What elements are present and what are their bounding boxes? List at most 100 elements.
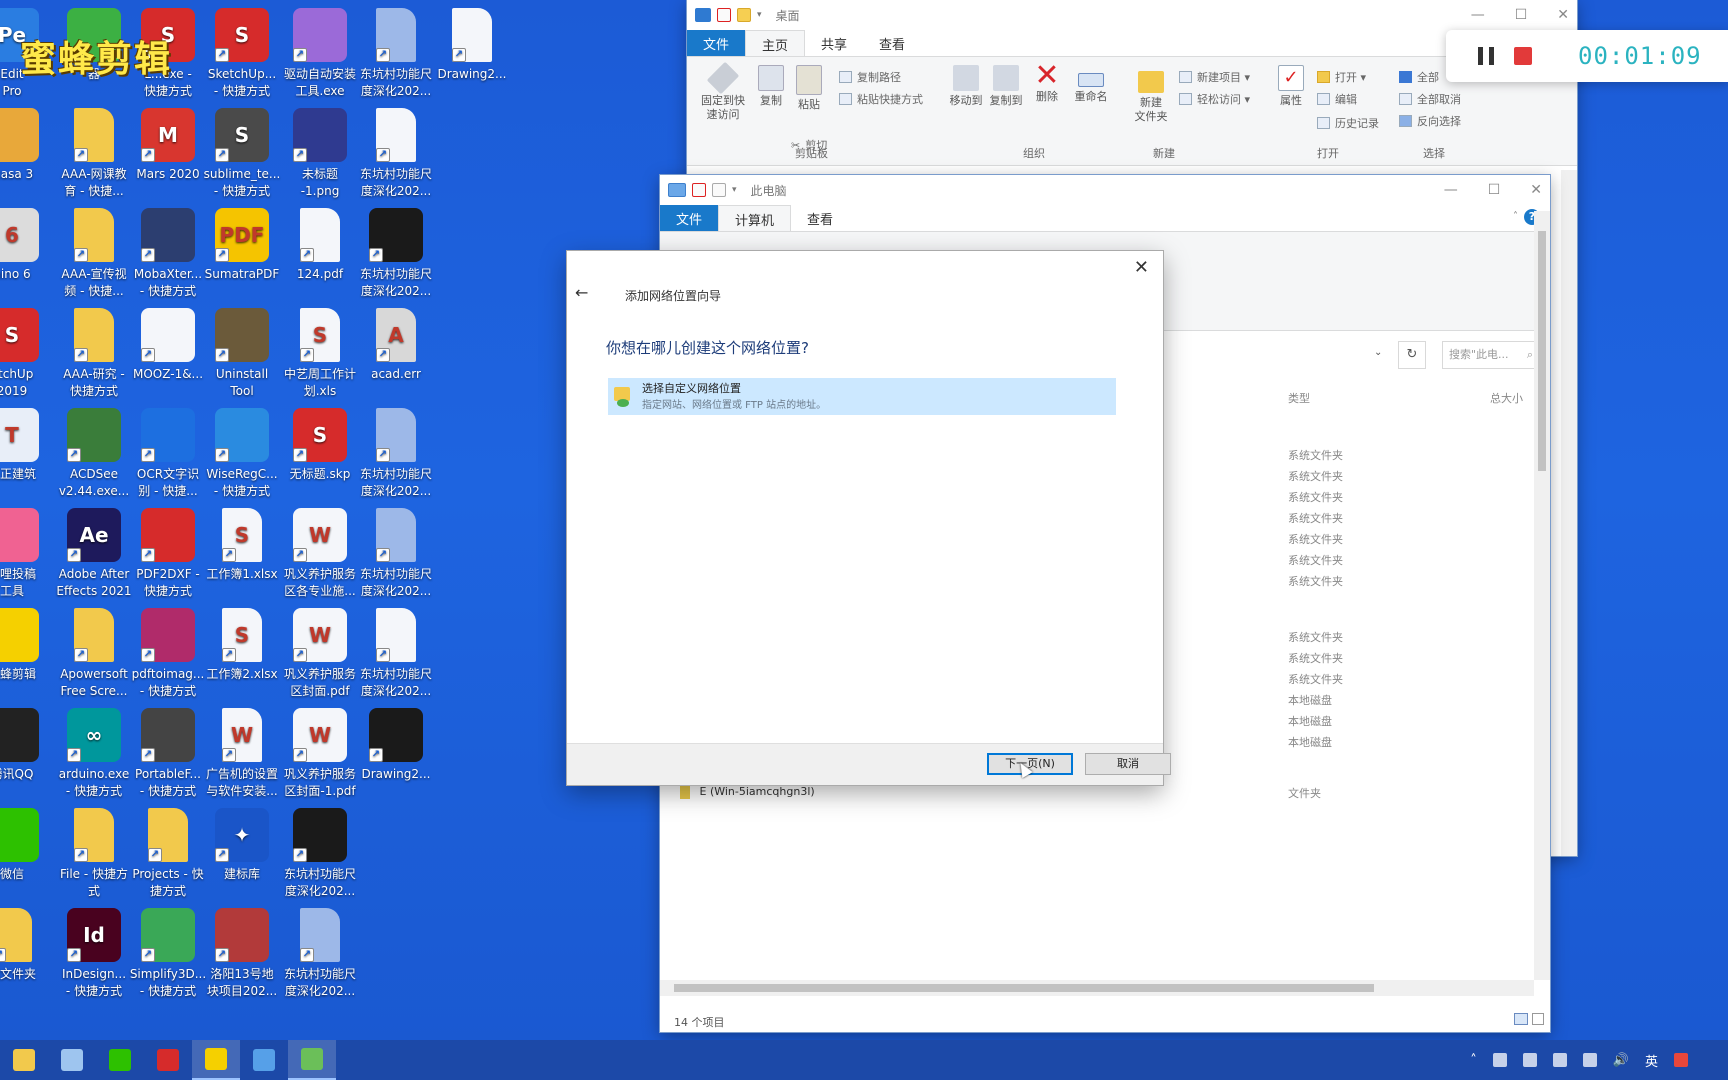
desktop-icon[interactable]: S↗ etchUp 2019	[0, 308, 54, 400]
desktop-icon[interactable]: ↗ 未标题 -1.png	[278, 108, 362, 200]
desktop-icon[interactable]: ↗ Apowersoft Free Scre...	[52, 608, 136, 700]
volume-icon[interactable]: 🔊	[1613, 1053, 1629, 1068]
desktop-icon[interactable]: Ae ↗ Adobe After Effects 2021	[52, 508, 136, 600]
horizontal-scrollbar[interactable]	[660, 980, 1534, 996]
quick-access-dropdown-icon[interactable]: ▾	[757, 10, 762, 20]
desktop-icon[interactable]: ↗ 微信	[0, 808, 54, 883]
address-dropdown-icon[interactable]: ⌄	[1374, 347, 1382, 358]
desktop-icon[interactable]: ↗ Uninstall Tool	[200, 308, 284, 400]
collapse-ribbon-icon[interactable]: ˄	[1507, 205, 1524, 231]
taskbar-app-button[interactable]	[0, 1040, 48, 1080]
back-arrow-icon[interactable]: ←	[575, 283, 588, 302]
tab-home[interactable]: 主页	[745, 30, 806, 56]
taskbar-app-button[interactable]	[192, 1040, 240, 1080]
select-all-button[interactable]: 全部	[1399, 69, 1439, 85]
security-tray-icon[interactable]	[1492, 1053, 1507, 1067]
desktop-icon[interactable]: ↗ AAA-网课教 育 - 快捷...	[52, 108, 136, 200]
vertical-scroll-thumb[interactable]	[1538, 231, 1546, 471]
desktop-icon[interactable]: ↗ 东坑村功能尺 度深化202...	[278, 808, 362, 900]
maximize-button[interactable]: ☐	[1488, 182, 1501, 198]
edit-button[interactable]: 编辑	[1317, 91, 1357, 107]
rename-button[interactable]: 重命名	[1069, 65, 1113, 104]
pause-icon[interactable]	[1478, 47, 1494, 65]
desktop-icon[interactable]: S ↗ 工作簿2.xlsx	[200, 608, 284, 683]
close-button[interactable]: ✕	[1557, 7, 1569, 23]
paste-shortcut-button[interactable]: 粘贴快捷方式	[839, 91, 923, 107]
tab-file[interactable]: 文件	[687, 30, 746, 56]
search-input[interactable]: 搜索"此电... ⌕	[1442, 341, 1538, 369]
open-button[interactable]: 打开 ▾	[1317, 69, 1366, 85]
user-tray-icon[interactable]	[1522, 1053, 1537, 1067]
move-to-button[interactable]: 移动到	[947, 65, 985, 108]
minimize-button[interactable]: —	[1471, 7, 1485, 23]
paste-button[interactable]: 粘贴	[791, 65, 827, 112]
column-header-type[interactable]: 类型	[1288, 390, 1310, 406]
stop-recording-icon[interactable]	[1514, 47, 1532, 65]
network-location-row[interactable]: E (Win-5iamcqhgn3l) 文件夹	[680, 785, 1520, 803]
desktop-icon[interactable]: ↗ icasa 3	[0, 108, 54, 183]
pin-quick-access-button[interactable]: 固定到快 速访问	[695, 61, 751, 122]
show-hidden-icons-icon[interactable]: ˄	[1470, 1053, 1477, 1068]
large-icons-view-icon[interactable]	[1532, 1013, 1544, 1025]
easy-access-button[interactable]: 轻松访问 ▾	[1179, 91, 1250, 107]
sogou-ime-icon[interactable]	[1674, 1053, 1688, 1067]
taskbar-app-button[interactable]	[240, 1040, 288, 1080]
desktop-icon[interactable]: ✦ ↗ 建标库	[200, 808, 284, 883]
quick-access-dropdown-icon[interactable]: ▾	[732, 185, 737, 195]
tab-view[interactable]: 查看	[863, 30, 921, 56]
horizontal-scroll-thumb[interactable]	[674, 984, 1374, 992]
desktop-icon[interactable]: ↗ 东坑村功能尺 度深化202...	[354, 608, 438, 700]
column-header-total-size[interactable]: 总大小	[1490, 390, 1523, 406]
desktop-icon[interactable]: ↗ 东坑村功能尺 度深化202...	[278, 908, 362, 1000]
cancel-button[interactable]: 取消	[1085, 753, 1171, 775]
taskbar-app-button[interactable]	[96, 1040, 144, 1080]
taskbar-app-button[interactable]	[48, 1040, 96, 1080]
desktop-icon[interactable]: W ↗ 巩义养护服务 区封面-1.pdf	[278, 708, 362, 800]
desktop-icon[interactable]: 6↗ hino 6	[0, 208, 54, 283]
desktop-icon[interactable]: S ↗ 工作簿1.xlsx	[200, 508, 284, 583]
new-folder-button[interactable]: 新建 文件夹	[1131, 65, 1171, 124]
copy-button[interactable]: 复制	[753, 65, 789, 108]
copy-to-button[interactable]: 复制到	[987, 65, 1025, 108]
desktop-icon[interactable]: ↗ MOOZ-1&...	[126, 308, 210, 383]
desktop-icon[interactable]: S ↗ SketchUp... - 快捷方式	[200, 8, 284, 100]
vertical-scrollbar[interactable]	[1534, 211, 1550, 980]
desktop-icon[interactable]: ↗ Drawing2...	[354, 708, 438, 783]
desktop-icon[interactable]: PDF ↗ SumatraPDF	[200, 208, 284, 283]
history-button[interactable]: 历史记录	[1317, 115, 1379, 131]
desktop-icon[interactable]: ↗ AAA-研究 - 快捷方式	[52, 308, 136, 400]
properties-button[interactable]: ✓ 属性	[1273, 65, 1309, 108]
desktop-icon[interactable]: ↗ Drawing2...	[430, 8, 514, 83]
delete-button[interactable]: ✕ 删除	[1027, 61, 1067, 104]
taskbar-app-button[interactable]	[288, 1040, 336, 1080]
desktop-icon[interactable]: ↗ 东坑村功能尺 度深化202...	[354, 108, 438, 200]
desktop-icon[interactable]: S ↗ 中艺周工作计 划.xls	[278, 308, 362, 400]
close-button[interactable]: ✕	[1530, 182, 1542, 198]
close-icon[interactable]: ✕	[1134, 257, 1149, 278]
desktop-icon[interactable]: ↗ MobaXter... - 快捷方式	[126, 208, 210, 300]
input-method-indicator[interactable]: 英	[1645, 1051, 1658, 1070]
details-view-icon[interactable]	[1514, 1013, 1528, 1025]
desktop-icon[interactable]: ↗ 建文件夹	[0, 908, 54, 983]
invert-selection-button[interactable]: 反向选择	[1399, 113, 1461, 129]
vertical-scrollbar[interactable]	[1561, 170, 1577, 856]
desktop-icon[interactable]: Id ↗ InDesign... - 快捷方式	[52, 908, 136, 1000]
properties-quick-icon[interactable]	[717, 8, 731, 22]
desktop-icon[interactable]: W ↗ 广告机的设置 与软件安装...	[200, 708, 284, 800]
desktop-icon[interactable]: ↗ 蜜蜂剪辑	[0, 608, 54, 683]
desktop-icon[interactable]: ↗ PDF2DXF - 快捷方式	[126, 508, 210, 600]
desktop-icon[interactable]: ↗ pdftoimag... - 快捷方式	[126, 608, 210, 700]
taskbar-app-button[interactable]	[144, 1040, 192, 1080]
new-folder-quick-icon[interactable]	[712, 183, 726, 197]
select-none-button[interactable]: 全部取消	[1399, 91, 1461, 107]
desktop-icon[interactable]: A ↗ acad.err	[354, 308, 438, 383]
desktop-icon[interactable]: ↗ 腾讯QQ	[0, 708, 54, 783]
minimize-button[interactable]: —	[1444, 182, 1458, 198]
tab-file[interactable]: 文件	[660, 205, 719, 231]
tab-share[interactable]: 共享	[805, 30, 863, 56]
desktop-icon[interactable]: ↗ 124.pdf	[278, 208, 362, 283]
desktop-icon[interactable]: ↗ 驱动自动安装 工具.exe	[278, 8, 362, 100]
desktop-icon[interactable]: ↗ PortableF... - 快捷方式	[126, 708, 210, 800]
network-tray-icon[interactable]	[1552, 1053, 1567, 1067]
copy-path-button[interactable]: 复制路径	[839, 69, 901, 85]
